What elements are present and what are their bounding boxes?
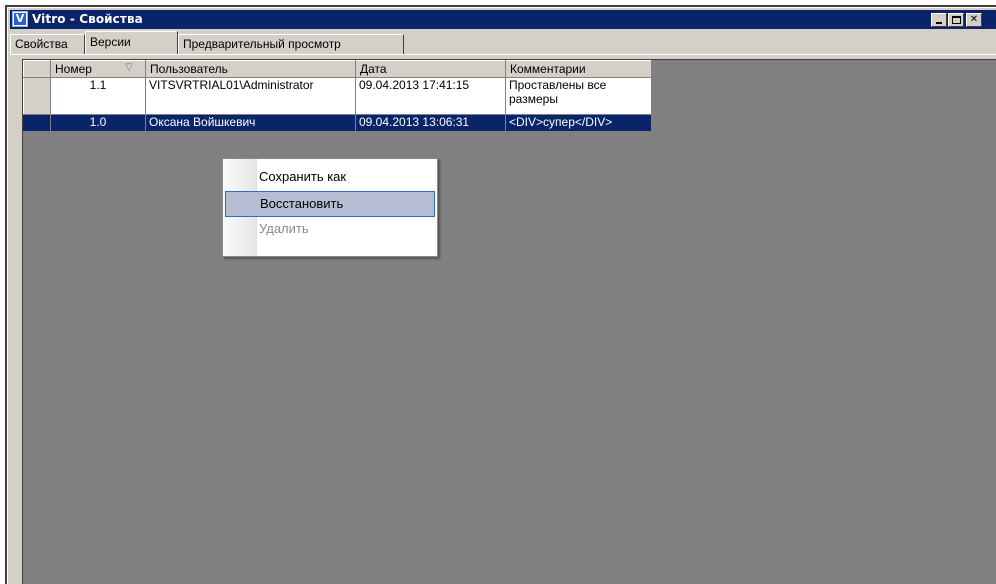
sort-down-icon: ▽	[125, 62, 133, 73]
versions-table: Номер ▽ Пользователь Дата Комментарии 1.…	[23, 60, 652, 132]
cell-date[interactable]: 09.04.2013 17:41:15	[355, 77, 506, 115]
title-bar[interactable]: V Vitro - Свойства ✕	[10, 10, 996, 29]
cell-comment-line: Проставлены все	[509, 78, 607, 92]
cell-user[interactable]: Оксана Войшкевич	[145, 114, 356, 132]
menu-item-restore[interactable]: Восстановить	[225, 191, 435, 217]
window-title: Vitro - Свойства	[32, 12, 143, 26]
column-header-number[interactable]: Номер ▽	[50, 60, 146, 78]
close-button[interactable]: ✕	[966, 13, 982, 27]
table-row[interactable]: 1.1 VITSVRTRIAL01\Administrator 09.04.20…	[23, 77, 652, 115]
column-header-comments[interactable]: Комментарии	[505, 60, 652, 78]
header-row: Номер ▽ Пользователь Дата Комментарии	[23, 60, 652, 78]
cell-date[interactable]: 09.04.2013 13:06:31	[355, 114, 506, 132]
context-menu: Сохранить как Восстановить Удалить	[222, 158, 438, 257]
minimize-button[interactable]	[931, 13, 947, 27]
row-selector[interactable]	[23, 114, 51, 132]
versions-grid-area[interactable]: Номер ▽ Пользователь Дата Комментарии 1.…	[22, 59, 996, 584]
tab-strip: Свойства Версии Предварительный просмотр	[10, 30, 996, 54]
menu-item-save-as[interactable]: Сохранить как	[225, 165, 435, 191]
table-row-selected[interactable]: 1.0 Оксана Войшкевич 09.04.2013 13:06:31…	[23, 114, 652, 132]
corner-header[interactable]	[23, 60, 51, 78]
maximize-icon	[952, 16, 961, 24]
cell-comment-line: размеры	[509, 92, 558, 106]
cell-comment[interactable]: <DIV>супер</DIV>	[505, 114, 652, 132]
minimize-icon	[936, 22, 942, 24]
tab-preview[interactable]: Предварительный просмотр	[178, 34, 404, 54]
app-icon[interactable]: V	[12, 11, 28, 27]
cell-number[interactable]: 1.0	[50, 114, 146, 132]
column-header-number-label: Номер	[55, 62, 92, 76]
tab-properties[interactable]: Свойства	[10, 34, 85, 54]
tab-versions[interactable]: Версии	[85, 31, 178, 54]
row-selector[interactable]	[23, 77, 51, 115]
column-header-date[interactable]: Дата	[355, 60, 506, 78]
cell-comment[interactable]: Проставлены все размеры	[505, 77, 652, 115]
column-header-user[interactable]: Пользователь	[145, 60, 356, 78]
cell-number[interactable]: 1.1	[50, 77, 146, 115]
app-icon-letter: V	[14, 12, 26, 25]
cell-user[interactable]: VITSVRTRIAL01\Administrator	[145, 77, 356, 115]
close-icon: ✕	[969, 14, 979, 25]
menu-item-delete[interactable]: Удалить	[225, 217, 435, 243]
tab-panel-border	[10, 54, 996, 55]
properties-window: V Vitro - Свойства ✕ Свойства Версии Пре…	[7, 7, 996, 584]
maximize-button[interactable]	[948, 13, 964, 27]
